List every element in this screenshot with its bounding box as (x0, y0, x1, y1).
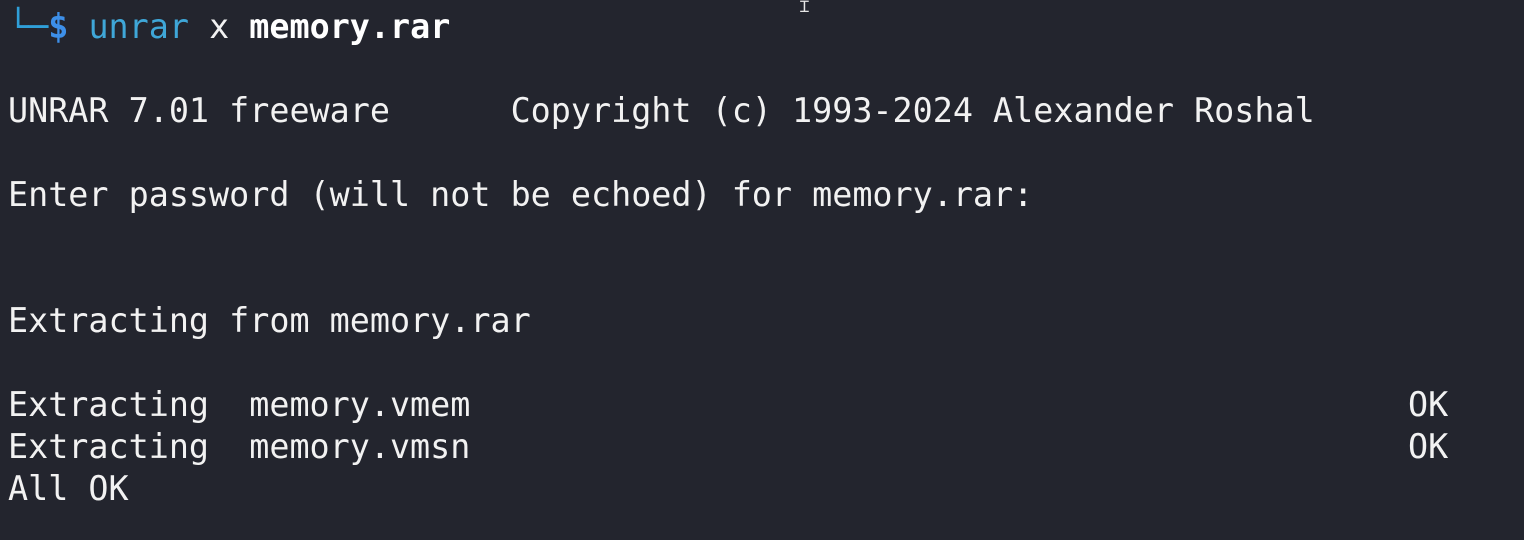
ibeam-cursor-icon: Ɪ (800, 0, 809, 16)
extracting-from-line: Extracting from memory.rar (8, 301, 531, 340)
extract-file-status: OK (1408, 385, 1449, 424)
password-prompt: Enter password (will not be echoed) for … (8, 175, 1034, 214)
extraction-summary: All OK (8, 469, 129, 508)
prompt-line: └─$ unrar x memory.rar (8, 6, 450, 48)
command-name: unrar (88, 7, 189, 46)
command-subcommand: x (209, 7, 230, 46)
extract-file-row: Extracting memory.vmsn (8, 427, 471, 466)
terminal-window[interactable]: └─ Ɪ └─$ unrar x memory.rar UNRAR 7.01 f… (0, 0, 1524, 540)
unrar-banner: UNRAR 7.01 freeware Copyright (c) 1993-2… (8, 91, 1315, 130)
command-archive-argument: memory.rar (249, 7, 451, 46)
prompt-symbol: $ (48, 7, 69, 46)
prompt-corner: └─ (8, 7, 49, 46)
extract-file-status: OK (1408, 427, 1449, 466)
extract-file-row: Extracting memory.vmem (8, 385, 471, 424)
